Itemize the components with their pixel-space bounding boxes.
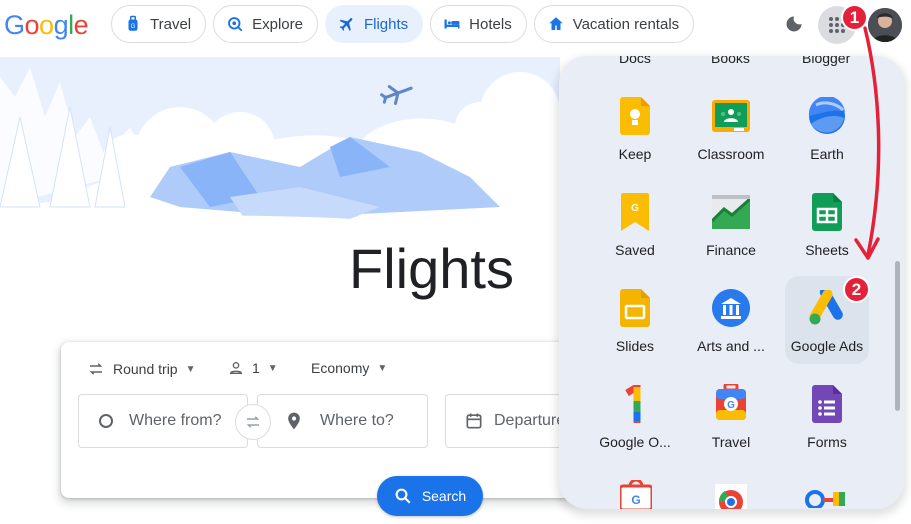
- app-google-one[interactable]: Google O...: [593, 372, 677, 460]
- tab-label: Explore: [252, 15, 303, 33]
- app-saved[interactable]: G Saved: [593, 180, 677, 268]
- app-slides[interactable]: Slides: [593, 276, 677, 364]
- app-label: Classroom: [697, 146, 765, 162]
- cabin-class-value: Economy: [311, 360, 370, 376]
- chrome-icon[interactable]: [715, 484, 747, 509]
- travel-icon: G: [716, 384, 746, 420]
- tab-label: Travel: [150, 15, 192, 33]
- earth-icon: [808, 97, 845, 134]
- app-label: Earth: [810, 146, 844, 162]
- passengers-value: 1: [252, 360, 260, 376]
- cabin-class-select[interactable]: Economy ▼: [311, 360, 387, 376]
- app-label: Arts and ...: [697, 338, 765, 354]
- step-badge-two: 2: [843, 276, 870, 303]
- trip-type-value: Round trip: [113, 361, 178, 377]
- departure-placeholder: Departure: [494, 412, 566, 429]
- app-forms[interactable]: Forms: [785, 372, 869, 460]
- app-classroom[interactable]: Classroom: [689, 84, 773, 172]
- page-title: Flights: [349, 237, 514, 300]
- destination-field[interactable]: Where to?: [257, 394, 428, 448]
- tab-vacation-rentals[interactable]: Vacation rentals: [533, 5, 695, 43]
- app-finance[interactable]: Finance: [689, 180, 773, 268]
- logo-letter: G: [4, 10, 25, 40]
- location-pin-icon: [288, 412, 300, 430]
- app-label-docs[interactable]: Docs: [619, 56, 651, 66]
- origin-placeholder: Where from?: [129, 412, 222, 429]
- app-label-books[interactable]: Books: [711, 56, 750, 66]
- shopping-icon[interactable]: G: [620, 480, 652, 509]
- person-icon: [229, 362, 243, 374]
- google-ads-icon: [809, 290, 843, 325]
- classroom-icon: [712, 100, 750, 132]
- google-one-icon: [625, 385, 641, 423]
- sheets-icon: [812, 193, 842, 231]
- saved-icon: G: [621, 193, 649, 231]
- chevron-down-icon: ▼: [267, 362, 278, 374]
- app-earth[interactable]: Earth: [785, 84, 869, 172]
- tab-flights[interactable]: Flights: [324, 5, 424, 43]
- chevron-down-icon: ▼: [377, 362, 388, 374]
- app-label-blogger[interactable]: Blogger: [802, 56, 850, 66]
- profile-photo: [868, 8, 902, 42]
- keep-icon: [620, 97, 650, 135]
- calendar-icon: [466, 413, 482, 429]
- swap-button[interactable]: [235, 404, 271, 440]
- search-button[interactable]: Search: [377, 476, 483, 516]
- app-label: Sheets: [805, 242, 849, 258]
- plane-icon: [339, 18, 353, 31]
- flight-search-form: Round trip ▼ 1 ▼ Economy ▼ Where from? W…: [61, 342, 601, 498]
- logo-letter: e: [73, 10, 89, 40]
- app-label: Slides: [615, 338, 655, 354]
- tab-label: Vacation rentals: [572, 15, 680, 33]
- explore-icon: [228, 17, 243, 32]
- step-badge-one: 1: [841, 4, 868, 31]
- panel-scrollbar[interactable]: [895, 261, 900, 411]
- svg-text:G: G: [631, 203, 639, 214]
- app-label: Google Ads: [790, 338, 864, 354]
- svg-text:G: G: [631, 493, 640, 507]
- dark-mode-icon[interactable]: [784, 14, 804, 34]
- swap-arrows-icon: [89, 363, 103, 375]
- logo-letter: g: [53, 10, 69, 40]
- app-label: Travel: [711, 434, 751, 450]
- tab-label: Hotels: [469, 15, 512, 33]
- svg-text:G: G: [727, 400, 735, 411]
- app-arts-culture[interactable]: Arts and ...: [689, 276, 773, 364]
- app-label: Keep: [618, 146, 652, 162]
- travel-bag-icon: G: [128, 15, 138, 31]
- house-icon: [548, 17, 563, 30]
- passengers-select[interactable]: 1 ▼: [228, 360, 278, 376]
- chevron-down-icon: ▼: [185, 363, 196, 375]
- tab-hotels[interactable]: Hotels: [430, 5, 527, 43]
- maps-connect-icon[interactable]: [805, 488, 849, 508]
- tab-label: Flights: [363, 15, 409, 33]
- app-label: Google O...: [599, 434, 671, 450]
- swap-icon: [246, 416, 260, 428]
- destination-placeholder: Where to?: [320, 412, 394, 429]
- tab-travel[interactable]: G Travel: [111, 5, 207, 43]
- origin-circle-icon: [99, 414, 113, 428]
- google-logo[interactable]: Google: [4, 10, 89, 41]
- app-label: Saved: [615, 242, 655, 258]
- forms-icon: [812, 385, 842, 423]
- app-sheets[interactable]: Sheets: [785, 180, 869, 268]
- slides-icon: [620, 289, 650, 327]
- app-travel[interactable]: G Travel: [689, 372, 773, 460]
- svg-text:G: G: [131, 24, 136, 30]
- app-label: Forms: [807, 434, 847, 450]
- trip-type-select[interactable]: Round trip ▼: [87, 360, 196, 378]
- origin-field[interactable]: Where from?: [78, 394, 248, 448]
- avatar[interactable]: [868, 8, 902, 42]
- app-label: Finance: [706, 242, 756, 258]
- finance-icon: [712, 195, 750, 229]
- travel-nav-tabs: G Travel Explore Flights Hotels Vacation…: [111, 5, 695, 43]
- tab-explore[interactable]: Explore: [213, 5, 318, 43]
- bed-icon: [444, 19, 460, 29]
- arts-culture-icon: [712, 289, 750, 327]
- app-keep[interactable]: Keep: [593, 84, 677, 172]
- search-button-label: Search: [421, 488, 467, 504]
- logo-letter: o: [39, 10, 54, 40]
- logo-letter: o: [24, 10, 40, 40]
- search-icon: [395, 488, 411, 504]
